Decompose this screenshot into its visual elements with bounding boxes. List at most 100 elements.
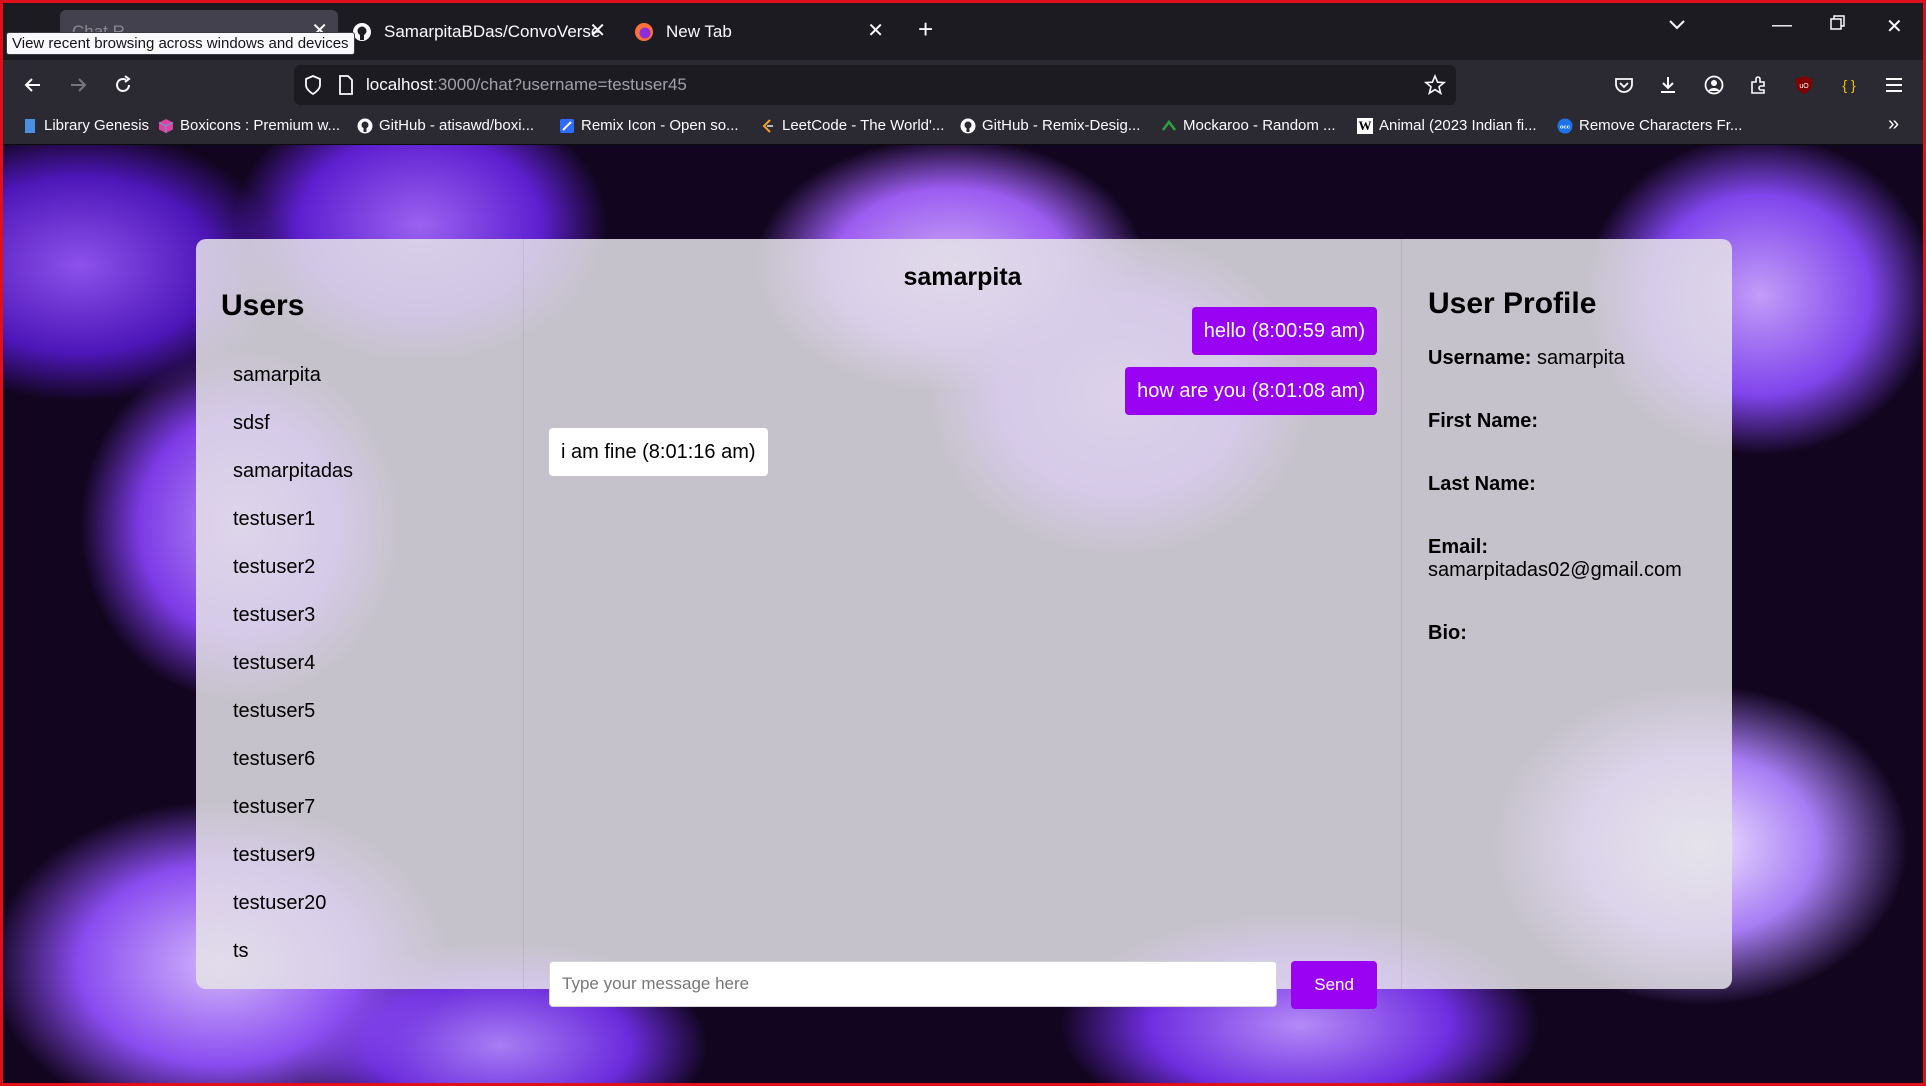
message-input[interactable] (549, 961, 1278, 1007)
user-list-item[interactable]: testuser1 (233, 507, 353, 555)
bookmark-item[interactable]: Library Genesis (22, 117, 149, 134)
username-label: Username: (1428, 347, 1532, 369)
user-list-item[interactable]: sdsf (233, 411, 353, 459)
bookmark-label: Animal (2023 Indian fi... (1379, 117, 1537, 134)
message-composer: Send (549, 961, 1377, 1009)
close-tab-icon[interactable]: ✕ (589, 20, 606, 42)
cube-icon (158, 118, 174, 134)
back-arrow-icon[interactable] (18, 70, 48, 100)
tab-github-convoverse[interactable]: SamarpitaBDas/ConvoVerse ✕ (352, 10, 616, 54)
restore-icon[interactable] (1830, 14, 1846, 37)
bookmark-item[interactable]: LeetCode - The World'... (760, 117, 944, 134)
page-info-icon[interactable] (338, 75, 354, 100)
user-list-item[interactable]: samarpitadas (233, 459, 353, 507)
send-button[interactable]: Send (1291, 961, 1377, 1009)
user-list-item[interactable]: testuser7 (233, 795, 353, 843)
bookmark-label: GitHub - atisawd/boxi... (379, 117, 535, 134)
bookmark-item[interactable]: GitHub - Remix-Desig... (960, 117, 1140, 134)
bookmark-item[interactable]: Remix Icon - Open so... (559, 117, 739, 134)
close-tab-icon[interactable]: ✕ (867, 20, 884, 42)
bookmark-label: Boxicons : Premium w... (180, 117, 341, 134)
close-window-icon[interactable]: ✕ (1886, 14, 1903, 39)
profile-last-name: Last Name: (1428, 473, 1718, 496)
user-list-item[interactable]: testuser3 (233, 603, 353, 651)
user-list-item[interactable]: samarpita (233, 363, 353, 411)
profile-bio: Bio: (1428, 622, 1718, 645)
users-sidebar: Users samarpita sdsf samarpitadas testus… (196, 239, 524, 989)
user-list-item[interactable]: testuser9 (233, 843, 353, 891)
bookmark-label: Remove Characters Fr... (1579, 117, 1743, 134)
user-list-item[interactable]: testuser6 (233, 747, 353, 795)
menu-hamburger-icon[interactable] (1879, 70, 1909, 100)
shield-icon[interactable] (304, 75, 322, 100)
bookmark-item[interactable]: occ Remove Characters Fr... (1557, 117, 1742, 134)
github-icon (357, 118, 373, 134)
remix-icon (559, 118, 575, 134)
bookmark-star-icon[interactable] (1423, 73, 1447, 101)
tab-title: New Tab (666, 22, 732, 41)
json-extension-icon[interactable]: { } (1834, 70, 1864, 100)
profile-username: Username: samarpita (1428, 347, 1718, 370)
user-list-item[interactable]: testuser5 (233, 699, 353, 747)
email-value: samarpitadas02@gmail.com (1428, 559, 1682, 581)
username-value: samarpita (1536, 347, 1625, 369)
bookmark-item[interactable]: Boxicons : Premium w... (158, 117, 340, 134)
address-bar[interactable]: localhost:3000/chat?username=testuser45 (294, 65, 1456, 105)
extensions-icon[interactable] (1744, 70, 1774, 100)
pocket-icon[interactable] (1609, 70, 1639, 100)
leetcode-icon (760, 118, 776, 134)
users-heading: Users (221, 289, 305, 322)
bookmark-label: Library Genesis (44, 117, 150, 134)
chat-recipient-name: samarpita (903, 263, 1022, 291)
user-list-item[interactable]: ts (233, 939, 353, 987)
ublock-origin-icon[interactable]: uO (1789, 70, 1819, 100)
url-text: localhost:3000/chat?username=testuser45 (366, 75, 687, 95)
bookmark-label: Mockaroo - Random ... (1183, 117, 1336, 134)
occ-icon: occ (1557, 117, 1573, 134)
bookmark-label: Remix Icon - Open so... (581, 117, 739, 134)
bookmark-item[interactable]: Mockaroo - Random ... (1161, 117, 1336, 134)
mockaroo-icon (1161, 118, 1177, 134)
bookmarks-bar: Library Genesis Boxicons : Premium w... … (0, 110, 1926, 145)
tab-new-tab[interactable]: New Tab ✕ (634, 10, 894, 54)
svg-text:occ: occ (1560, 124, 1571, 130)
user-list-item[interactable]: testuser2 (233, 555, 353, 603)
navigation-toolbar: localhost:3000/chat?username=testuser45 … (0, 60, 1926, 110)
url-path: :3000/chat?username=testuser45 (433, 75, 687, 94)
url-host: localhost (366, 75, 434, 94)
user-profile-panel: User Profile Username: samarpita First N… (1402, 239, 1732, 989)
user-list: samarpita sdsf samarpitadas testuser1 te… (233, 363, 353, 987)
svg-text:uO: uO (1799, 83, 1809, 90)
bookmark-item[interactable]: W Animal (2023 Indian fi... (1357, 117, 1537, 134)
account-icon[interactable] (1699, 70, 1729, 100)
sent-message: how are you (8:01:08 am) (1125, 367, 1377, 415)
github-icon (960, 118, 976, 134)
sent-message: hello (8:00:59 am) (1191, 307, 1377, 355)
profile-first-name: First Name: (1428, 410, 1718, 433)
first-name-label: First Name: (1428, 410, 1539, 432)
bio-label: Bio: (1428, 622, 1467, 644)
new-tab-plus-icon[interactable]: + (918, 14, 933, 45)
tab-title: SamarpitaBDas/ConvoVerse (384, 22, 601, 41)
user-list-item[interactable]: testuser20 (233, 891, 353, 939)
forward-arrow-icon[interactable] (63, 70, 93, 100)
bookmark-item[interactable]: GitHub - atisawd/boxi... (357, 117, 534, 134)
user-list-item[interactable]: testuser4 (233, 651, 353, 699)
book-icon (22, 118, 38, 134)
last-name-label: Last Name: (1428, 473, 1536, 495)
wikipedia-icon: W (1357, 117, 1373, 134)
chat-container: Users samarpita sdsf samarpitadas testus… (196, 239, 1732, 1009)
page-viewport: Users samarpita sdsf samarpitadas testus… (0, 145, 1926, 1086)
profile-heading: User Profile (1428, 287, 1597, 320)
chat-panel: samarpita hello (8:00:59 am) how are you… (524, 239, 1402, 1009)
profile-email: Email: samarpitadas02@gmail.com (1428, 536, 1718, 582)
list-all-tabs-chevron-icon[interactable] (1668, 14, 1686, 37)
tab-strip: Chat R... ✕ View recent browsing across … (0, 0, 1926, 60)
more-bookmarks-chevron-icon[interactable]: » (1888, 113, 1899, 136)
reload-icon[interactable] (108, 70, 138, 100)
bookmark-label: LeetCode - The World'... (782, 117, 945, 134)
received-message: i am fine (8:01:16 am) (549, 428, 768, 476)
email-label: Email: (1428, 536, 1489, 558)
downloads-icon[interactable] (1653, 70, 1683, 100)
minimize-icon[interactable]: — (1772, 14, 1792, 37)
